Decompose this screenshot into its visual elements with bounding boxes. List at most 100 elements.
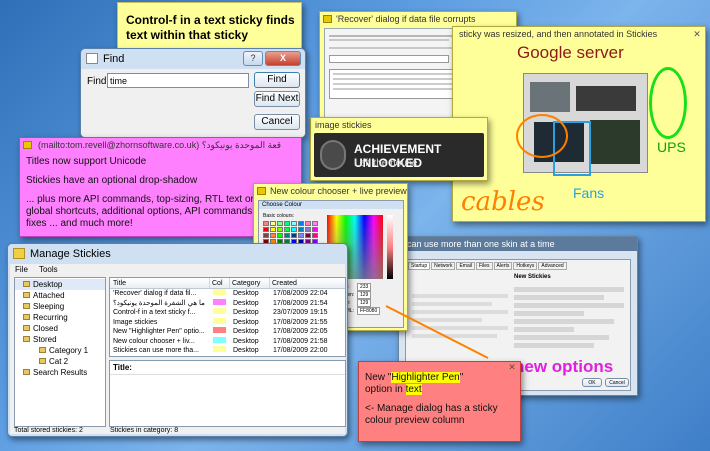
control-f-sticky[interactable]: Control-f in a text sticky finds text wi… bbox=[117, 2, 302, 54]
cell-created: 17/08/2009 21:58 bbox=[273, 337, 328, 345]
tree-item[interactable]: Desktop bbox=[15, 279, 105, 290]
luminance-slider[interactable] bbox=[387, 215, 393, 279]
colour-swatch[interactable] bbox=[263, 233, 269, 238]
col-header-title[interactable]: Title bbox=[110, 278, 210, 288]
table-row[interactable]: Image stickies Desktop 17/08/2009 21:55 bbox=[110, 317, 345, 328]
col-header-category[interactable]: Category bbox=[230, 278, 270, 288]
image-sticky-title: image stickies bbox=[315, 120, 372, 130]
html-value[interactable]: FF8080 bbox=[357, 307, 381, 315]
tree-item[interactable]: Search Results bbox=[15, 367, 105, 378]
find-next-button[interactable]: Find Next bbox=[254, 91, 300, 107]
colour-swatch[interactable] bbox=[277, 221, 283, 226]
colour-swatch[interactable] bbox=[312, 221, 318, 226]
options-tab[interactable]: Files bbox=[475, 262, 493, 270]
green-value[interactable]: 129 bbox=[357, 291, 372, 299]
table-row[interactable]: New "Highlighter Pen" optio... Desktop 17/… bbox=[110, 327, 345, 337]
table-row[interactable]: Stickies can use more tha... Desktop 17/08… bbox=[110, 346, 345, 356]
menu-file[interactable]: File bbox=[15, 265, 28, 274]
tree-item[interactable]: Cat 2 bbox=[15, 356, 105, 367]
colour-swatch[interactable] bbox=[284, 227, 290, 232]
blue-value[interactable]: 129 bbox=[357, 299, 372, 307]
highlighter-line-2: option in text bbox=[365, 384, 422, 395]
cell-created: 17/08/2009 21:54 bbox=[273, 299, 328, 307]
find-window-icon bbox=[86, 53, 98, 64]
colour-swatch[interactable] bbox=[312, 233, 318, 238]
unicode-sticky-title: (mailto:tom.revell@zhornsoftware.co.uk) … bbox=[20, 138, 301, 152]
colour-swatch[interactable] bbox=[298, 221, 304, 226]
colour-swatch[interactable] bbox=[291, 221, 297, 226]
col-header-col[interactable]: Col bbox=[210, 278, 230, 288]
tree-item[interactable]: Sleeping bbox=[15, 301, 105, 312]
colour-swatch[interactable] bbox=[263, 227, 269, 232]
colour-swatch[interactable] bbox=[270, 227, 276, 232]
highlighter-sticky[interactable]: ✕ New "Highlighter Pen" option in text <… bbox=[358, 361, 521, 442]
basic-colours-label: Basic colours: bbox=[263, 213, 295, 219]
table-row[interactable]: Control-f in a text sticky f... Desktop 23… bbox=[110, 308, 345, 318]
cell-created: 17/08/2009 21:55 bbox=[273, 318, 328, 326]
highlighter-line-3: <- Manage dialog has a sticky colour pre… bbox=[365, 403, 498, 426]
colour-swatch[interactable] bbox=[305, 221, 311, 226]
cancel-button[interactable]: Cancel bbox=[254, 114, 300, 130]
close-button[interactable]: X bbox=[265, 51, 301, 66]
cables-ellipse bbox=[516, 114, 568, 158]
close-icon[interactable]: ✕ bbox=[692, 29, 702, 39]
find-button[interactable]: Find bbox=[254, 72, 300, 88]
tree-item[interactable]: Recurring bbox=[15, 312, 105, 323]
recover-sticky-title: 'Recover' dialog if data file corrupts bbox=[320, 12, 516, 26]
options-tab[interactable]: Hotkeys bbox=[513, 262, 538, 270]
cell-title: New "Highlighter Pen" optio... bbox=[113, 328, 205, 335]
tree-item[interactable]: Attached bbox=[15, 290, 105, 301]
resized-sticky[interactable]: sticky was resized, and then annotated i… bbox=[452, 26, 706, 222]
colour-swatch[interactable] bbox=[277, 233, 283, 238]
options-tab[interactable]: Alerts bbox=[493, 262, 513, 270]
table-row[interactable]: 'Recover' dialog if data fil... Desktop 17… bbox=[110, 289, 345, 299]
find-dialog[interactable]: Find ? X Find: Find Find Next Cancel bbox=[80, 48, 306, 138]
manage-stickies-window[interactable]: Manage Stickies File Tools Desktop Attach… bbox=[7, 243, 348, 437]
folder-icon bbox=[23, 292, 30, 298]
table-row[interactable]: ما هي الشفرة الموحدة يونيكود؟ Desktop 17/0… bbox=[110, 298, 345, 309]
options-tab[interactable]: Startup bbox=[408, 262, 431, 270]
colour-swatch[interactable] bbox=[312, 227, 318, 232]
cell-colour bbox=[210, 289, 230, 299]
menu-tools[interactable]: Tools bbox=[39, 265, 58, 274]
find-input[interactable] bbox=[107, 73, 249, 88]
options-tab[interactable]: Advanced bbox=[538, 262, 567, 270]
cell-created: 17/08/2009 22:00 bbox=[273, 347, 328, 354]
colour-swatch[interactable] bbox=[298, 233, 304, 238]
close-icon[interactable]: ✕ bbox=[507, 362, 517, 370]
options-cancel-button[interactable]: Cancel bbox=[605, 378, 629, 387]
colour-swatch[interactable] bbox=[305, 233, 311, 238]
options-tab[interactable]: Network bbox=[431, 262, 456, 270]
resized-sticky-title: sticky was resized, and then annotated i… bbox=[459, 29, 702, 39]
colour-swatch[interactable] bbox=[263, 221, 269, 226]
colour-swatch[interactable] bbox=[291, 233, 297, 238]
colour-swatch[interactable] bbox=[291, 227, 297, 232]
table-row[interactable]: New colour chooser + liv... Desktop 17/08/… bbox=[110, 336, 345, 347]
colour-preview-swatch bbox=[213, 289, 226, 295]
colour-swatch[interactable] bbox=[298, 227, 304, 232]
colour-swatch[interactable] bbox=[270, 221, 276, 226]
colour-swatch[interactable] bbox=[284, 233, 290, 238]
options-ok-button[interactable]: OK bbox=[582, 378, 602, 387]
red-value[interactable]: 233 bbox=[357, 283, 372, 291]
cell-title: ما هي الشفرة الموحدة يونيكود؟ bbox=[113, 299, 205, 307]
colour-chooser-sticky-title: New colour chooser + live preview bbox=[254, 184, 407, 198]
cell-colour bbox=[210, 298, 230, 309]
colour-preview-swatch bbox=[213, 317, 226, 324]
tree-item[interactable]: Closed bbox=[15, 323, 105, 334]
achievement-banner: ACHIEVEMENT UNLOCKED Left the house bbox=[314, 133, 484, 177]
options-tab[interactable]: Email bbox=[456, 262, 475, 270]
colour-swatch[interactable] bbox=[270, 233, 276, 238]
category-tree: Desktop Attached Sleeping Recurring Closed St… bbox=[14, 277, 106, 427]
help-button[interactable]: ? bbox=[243, 51, 263, 66]
colour-preview-swatch bbox=[213, 327, 226, 333]
colour-swatch[interactable] bbox=[277, 227, 283, 232]
manage-titlebar: Manage Stickies bbox=[8, 244, 347, 264]
tree-item[interactable]: Category 1 bbox=[15, 345, 105, 356]
colour-swatch[interactable] bbox=[305, 227, 311, 232]
image-sticky[interactable]: image stickies ACHIEVEMENT UNLOCKED Left… bbox=[310, 117, 488, 181]
col-header-created[interactable]: Created bbox=[270, 278, 345, 288]
tree-item[interactable]: Stored bbox=[15, 334, 105, 345]
colour-preview-swatch bbox=[213, 346, 226, 352]
colour-swatch[interactable] bbox=[284, 221, 290, 226]
